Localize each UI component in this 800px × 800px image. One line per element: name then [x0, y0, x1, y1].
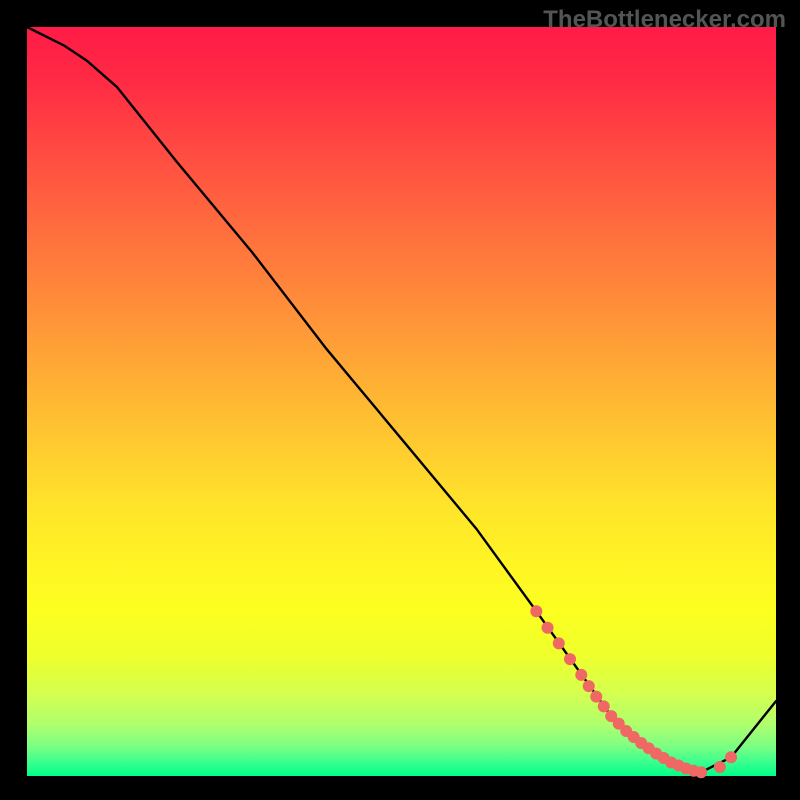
highlight-point [725, 751, 737, 763]
chart-svg [27, 27, 776, 776]
highlight-point [575, 669, 587, 681]
highlight-point [553, 637, 565, 649]
highlight-point [564, 653, 576, 665]
highlight-point [590, 691, 602, 703]
highlight-point [542, 622, 554, 634]
highlight-point [583, 680, 595, 692]
highlight-points [530, 605, 737, 778]
highlight-point [714, 761, 726, 773]
chart-stage: TheBottlenecker.com [0, 0, 800, 800]
highlight-point [530, 605, 542, 617]
bottleneck-curve [27, 27, 776, 772]
highlight-point [598, 700, 610, 712]
highlight-point [695, 766, 707, 778]
